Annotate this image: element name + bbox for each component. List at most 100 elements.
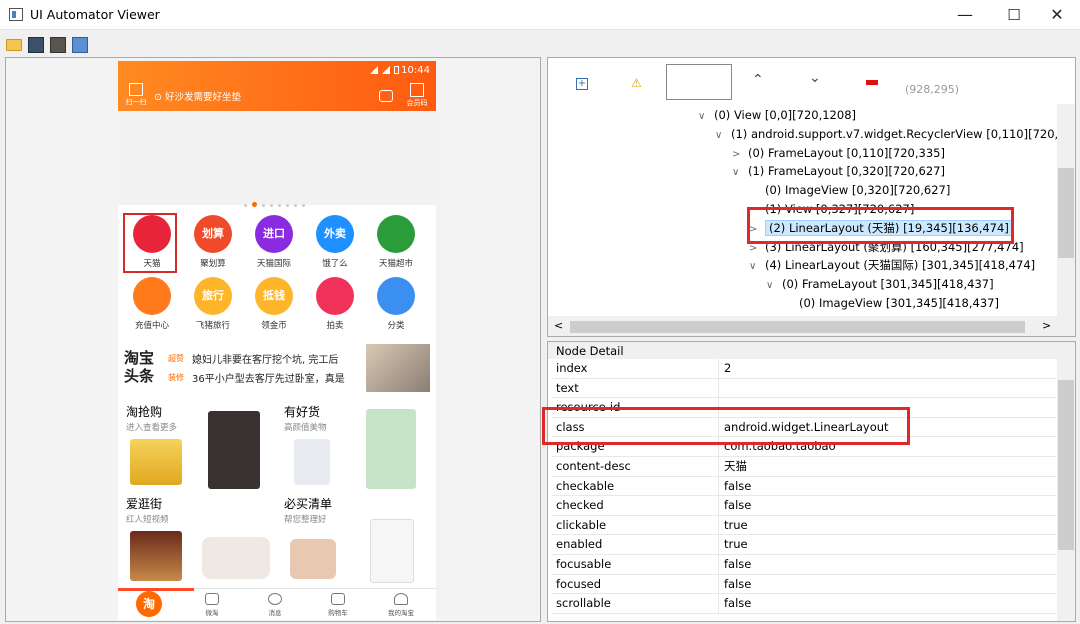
promo-subtitle: 进入查看更多 [126,423,178,433]
tree-node-label: (0) ImageView [301,345][418,437] [799,296,999,310]
expand-all-icon[interactable]: + [576,78,588,90]
detail-row-focusable[interactable]: focusable false [552,554,1056,575]
app-header: 10:44 扫一扫 ⊙ 好沙发需要好坐垫 会员码 [118,61,436,111]
headline-image [366,344,430,392]
detail-row-clickable[interactable]: clickable true [552,515,1056,536]
tree-node[interactable]: ∨ (1) android.support.v7.widget.RecyclerV… [715,125,1057,143]
tab-label: 我的淘宝 [388,609,414,617]
detail-scroll-thumb[interactable] [1058,380,1074,550]
grid-item-label: 飞猪旅行 [195,321,230,331]
grid-item-fliggy[interactable]: 旅行 飞猪旅行 [185,277,241,337]
collapse-arrow-icon[interactable]: ∨ [749,258,765,276]
tree-hscroll-thumb[interactable] [570,321,1025,333]
detail-row-text[interactable]: text [552,378,1056,399]
promo-section: 淘抢购 进入查看更多 有好货 高颜值美物 爱逛街 红人短视频 必买清单 帮您整理… [118,401,436,586]
active-tab-indicator [118,588,194,591]
promo-title[interactable]: 爱逛街 [126,495,162,512]
tree-node-label: (0) View [0,0][720,1208] [714,108,856,122]
promo-subtitle: 红人短视频 [126,515,169,525]
collapse-arrow-icon[interactable]: ∨ [766,277,782,295]
tab-messages[interactable]: 消息 [251,592,299,617]
grid-item-category[interactable]: 分类 [368,277,424,337]
device-screenshot[interactable]: 10:44 扫一扫 ⊙ 好沙发需要好坐垫 会员码 天猫 划算 聚划算 进口 天猫国际 外卖… [118,61,436,620]
detail-row-checked[interactable]: checked false [552,496,1056,516]
tree-node[interactable]: ∨ (4) LinearLayout (天猫国际) [301,345][418,4… [749,256,1035,274]
device-screenshot-icon[interactable] [28,37,44,53]
tree-node[interactable]: ∨ (1) FrameLayout [0,320][720,627] [732,162,945,180]
promo-title[interactable]: 有好货 [284,403,320,420]
collapse-arrow-icon[interactable]: ∨ [715,127,731,145]
detail-row-index[interactable]: index 2 [552,359,1056,379]
product-image [366,409,416,489]
grid-item-topup[interactable]: 充值中心 [124,277,180,337]
tree-node-label: (0) FrameLayout [0,110][720,335] [748,145,945,160]
tree-scroll-thumb[interactable] [1058,168,1074,258]
member-code-button[interactable]: 会员码 [404,83,430,108]
grid-item-tmall-supermarket[interactable]: 天猫超市 [368,215,424,275]
hierarchy-pane: + ⚠ ⌃ ⌄ (928,295) ∨ (0) View [0,0][720,12… [547,57,1076,337]
minimize-button[interactable]: — [942,0,988,30]
screenshot-pane: 10:44 扫一扫 ⊙ 好沙发需要好坐垫 会员码 天猫 划算 聚划算 进口 天猫国际 外卖… [5,57,541,622]
detail-row-enabled[interactable]: enabled true [552,535,1056,555]
remove-icon[interactable] [866,80,878,85]
grid-item-tmall-global[interactable]: 进口 天猫国际 [246,215,302,275]
collapse-arrow-icon[interactable]: ∨ [698,108,714,126]
product-image [290,539,336,579]
detail-value: false [724,556,752,571]
search-bar[interactable]: ⊙ 好沙发需要好坐垫 [154,89,369,106]
scroll-left-icon[interactable]: < [554,319,563,332]
node-detail-table: index 2 text resource-id class android.widget… [552,359,1056,614]
tab-my-taobao[interactable]: 我的淘宝 [377,592,425,617]
detail-row-content-desc[interactable]: content-desc 天猫 [552,456,1056,477]
tab-weitao[interactable]: 微淘 [188,592,236,617]
tree-node[interactable]: (0) ImageView [301,345][418,437] [783,294,999,312]
open-folder-icon[interactable] [6,39,22,51]
battery-icon [394,66,399,74]
message-icon [268,593,282,605]
grid-item-auction[interactable]: 拍卖 [307,277,363,337]
close-button[interactable]: ✕ [1034,0,1080,30]
detail-key: focusable [556,556,612,571]
tab-label: 消息 [268,609,282,617]
expand-arrow-icon[interactable]: > [732,146,748,164]
grid-item-coin[interactable]: 抵钱 领金币 [246,277,302,337]
promo-title[interactable]: 必买清单 [284,495,332,512]
selected-node-highlight [123,213,177,273]
product-image [370,519,414,583]
node-detail-header: Node Detail [548,342,1075,359]
search-box[interactable] [666,64,732,100]
tab-home[interactable]: 淘 [136,591,162,617]
up-icon[interactable]: ⌃ [752,72,764,88]
tree-node[interactable]: (0) ImageView [0,320][720,627] [749,181,950,199]
camera-icon[interactable] [379,90,393,102]
device-screenshot-compressed-icon[interactable] [50,37,66,53]
tab-cart[interactable]: 购物车 [314,592,362,617]
detail-row-checkable[interactable]: checkable false [552,476,1056,497]
banner-carousel[interactable] [118,111,436,205]
grid-item-juhuasuan[interactable]: 划算 聚划算 [185,215,241,275]
grid-item-label: 分类 [387,321,405,331]
tree-node[interactable]: ∨ (0) FrameLayout [301,345][418,437] [766,275,994,293]
status-time: 10:44 [401,65,430,76]
grid-item-eleme[interactable]: 外卖 饿了么 [307,215,363,275]
fliggy-icon: 旅行 [194,277,232,315]
tree-node[interactable]: > (0) FrameLayout [0,110][720,335] [732,144,945,162]
taobao-headlines[interactable]: 淘宝头条 超赞 媳妇儿非要在客厅挖个坑, 完工后 装修 36平小户型去客厅先过卧… [118,341,436,397]
eleme-icon: 外卖 [316,215,354,253]
detail-row-scrollable[interactable]: scrollable false [552,594,1056,614]
maximize-button[interactable]: ☐ [991,0,1037,30]
scan-button[interactable]: 扫一扫 [124,83,148,107]
detail-key: checked [556,498,604,513]
collapse-arrow-icon[interactable]: ∨ [732,164,748,182]
tree-node[interactable]: ∨ (0) View [0,0][720,1208] [698,106,856,124]
down-icon[interactable]: ⌄ [809,70,821,86]
save-icon[interactable] [72,37,88,53]
product-image [294,439,330,485]
person-icon [394,593,408,605]
promo-title[interactable]: 淘抢购 [126,403,162,420]
scroll-right-icon[interactable]: > [1042,319,1051,332]
qrcode-icon [410,83,424,97]
coin-icon: 抵钱 [255,277,293,315]
detail-row-focused[interactable]: focused false [552,574,1056,595]
warning-icon[interactable]: ⚠ [631,76,642,90]
